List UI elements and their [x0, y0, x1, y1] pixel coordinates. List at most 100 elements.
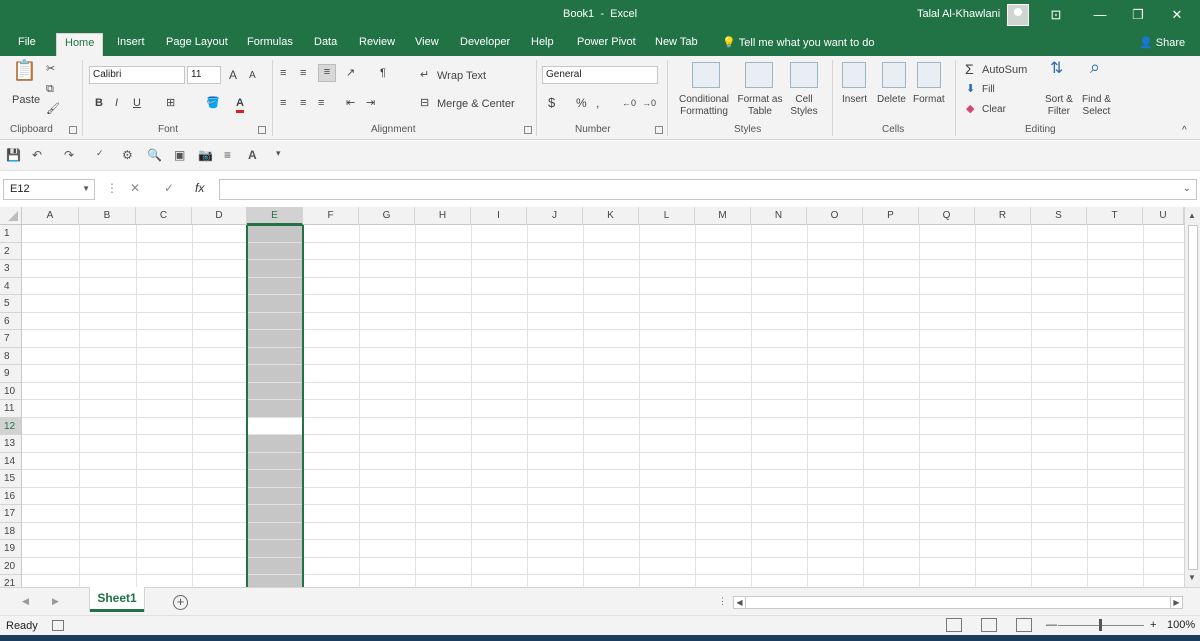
decrease-indent-icon[interactable]: ⇤	[346, 96, 355, 110]
column-header-p[interactable]: P	[863, 207, 919, 225]
row-header-18[interactable]: 18	[0, 522, 22, 540]
font-size-dropdown[interactable]: 11	[187, 66, 221, 84]
paste-icon[interactable]: 📋	[12, 61, 37, 81]
borders-icon[interactable]: ⊞	[166, 96, 175, 110]
font-color-qat-icon[interactable]: A	[248, 148, 257, 162]
cell-styles-button[interactable]: Cell Styles	[786, 94, 822, 118]
enter-icon[interactable]: ✓	[164, 181, 174, 195]
formula-input[interactable]: ⌄	[219, 179, 1197, 200]
insert-cells-button[interactable]: Insert	[842, 94, 867, 106]
fill-button[interactable]: Fill	[982, 84, 995, 96]
column-header-g[interactable]: G	[359, 207, 415, 225]
page-layout-view-icon[interactable]	[981, 618, 997, 632]
font-name-dropdown[interactable]: Calibri	[89, 66, 185, 84]
tab-developer[interactable]: Developer	[460, 36, 510, 48]
vertical-scrollbar[interactable]: ▲ ▼	[1184, 207, 1200, 587]
column-header-o[interactable]: O	[807, 207, 863, 225]
column-header-r[interactable]: R	[975, 207, 1031, 225]
undo-icon[interactable]: ↶	[32, 148, 42, 162]
tab-home[interactable]: Home	[56, 33, 104, 56]
scroll-down-icon[interactable]: ▼	[1188, 573, 1196, 582]
expand-formula-bar-icon[interactable]: ⌄	[1183, 183, 1191, 194]
increase-decimal-icon[interactable]: ←0	[622, 96, 636, 110]
number-format-dropdown[interactable]: General	[542, 66, 658, 84]
row-header-7[interactable]: 7	[0, 330, 22, 348]
delete-cells-button[interactable]: Delete	[877, 94, 906, 106]
tab-formulas[interactable]: Formulas	[247, 36, 293, 48]
row-header-16[interactable]: 16	[0, 487, 22, 505]
number-launcher-icon[interactable]	[655, 126, 663, 134]
autosum-button[interactable]: AutoSum	[982, 64, 1027, 76]
macro-recording-icon[interactable]	[52, 620, 64, 631]
tab-data[interactable]: Data	[314, 36, 337, 48]
orientation-icon[interactable]: ↗	[346, 66, 355, 80]
tab-insert[interactable]: Insert	[117, 36, 145, 48]
copy-picture-icon[interactable]: ▣	[174, 148, 185, 162]
next-sheet-icon[interactable]: ▶	[52, 596, 59, 607]
new-sheet-icon[interactable]: +	[173, 595, 188, 610]
column-header-k[interactable]: K	[583, 207, 639, 225]
horizontal-scrollbar[interactable]: ◀ ▶	[733, 596, 1183, 609]
italic-button[interactable]: I	[115, 96, 118, 110]
sort-filter-icon[interactable]: ⇅	[1050, 61, 1063, 77]
conditional-formatting-button[interactable]: Conditional Formatting	[676, 94, 732, 118]
row-header-3[interactable]: 3	[0, 260, 22, 278]
collapse-ribbon-icon[interactable]: ^	[1182, 124, 1187, 138]
align-bottom-icon[interactable]: ≡	[318, 64, 336, 82]
zoom-level[interactable]: 100%	[1167, 619, 1195, 631]
row-header-6[interactable]: 6	[0, 312, 22, 330]
format-as-table-button[interactable]: Format as Table	[736, 94, 784, 118]
column-header-t[interactable]: T	[1087, 207, 1143, 225]
column-header-f[interactable]: F	[303, 207, 359, 225]
print-preview-icon[interactable]: 🔍	[147, 148, 162, 162]
column-header-d[interactable]: D	[192, 207, 247, 225]
close-button[interactable]: ✕	[1167, 6, 1187, 24]
tab-new-tab[interactable]: New Tab	[655, 36, 698, 48]
camera-icon[interactable]: 📷	[198, 148, 213, 162]
clear-button[interactable]: Clear	[982, 104, 1006, 116]
tab-view[interactable]: View	[415, 36, 439, 48]
cut-icon[interactable]: ✂	[46, 62, 55, 76]
row-header-19[interactable]: 19	[0, 540, 22, 558]
conditional-formatting-icon[interactable]	[692, 62, 720, 88]
merge-center-button[interactable]: Merge & Center	[437, 98, 515, 110]
align-center-icon[interactable]: ≡	[300, 96, 306, 110]
shrink-font-icon[interactable]: A	[249, 69, 256, 83]
column-header-l[interactable]: L	[639, 207, 695, 225]
align-top-icon[interactable]: ≡	[280, 66, 286, 80]
restore-button[interactable]: ❐	[1128, 6, 1148, 24]
tab-help[interactable]: Help	[531, 36, 554, 48]
row-header-8[interactable]: 8	[0, 347, 22, 365]
column-header-b[interactable]: B	[79, 207, 136, 225]
tab-power-pivot[interactable]: Power Pivot	[577, 36, 636, 48]
row-header-11[interactable]: 11	[0, 400, 22, 418]
tab-review[interactable]: Review	[359, 36, 395, 48]
save-icon[interactable]: 💾	[6, 148, 21, 162]
column-header-n[interactable]: N	[751, 207, 807, 225]
tab-page-layout[interactable]: Page Layout	[166, 36, 228, 48]
paste-button[interactable]: Paste	[12, 94, 40, 106]
sort-filter-button[interactable]: Sort & Filter	[1045, 94, 1073, 118]
column-header-i[interactable]: I	[471, 207, 527, 225]
column-header-h[interactable]: H	[415, 207, 471, 225]
increase-indent-icon[interactable]: ⇥	[366, 96, 375, 110]
accounting-format-button[interactable]: $	[548, 96, 555, 110]
percent-style-button[interactable]: %	[576, 96, 587, 110]
cancel-icon[interactable]: ✕	[130, 181, 140, 195]
page-break-view-icon[interactable]	[1016, 618, 1032, 632]
format-painter-icon[interactable]: 🖌	[46, 102, 60, 116]
row-header-21[interactable]: 21	[0, 575, 22, 587]
scroll-left-icon[interactable]: ◀	[734, 597, 746, 608]
column-header-u[interactable]: U	[1143, 207, 1184, 225]
avatar[interactable]	[1007, 4, 1029, 26]
row-header-1[interactable]: 1	[0, 225, 22, 243]
normal-view-icon[interactable]	[946, 618, 962, 632]
scroll-right-icon[interactable]: ▶	[1170, 597, 1182, 608]
copy-icon[interactable]: ⧉	[46, 82, 54, 96]
font-color-icon[interactable]: A	[236, 96, 244, 113]
align-left-icon[interactable]: ≡	[280, 96, 286, 110]
grow-font-icon[interactable]: A	[229, 68, 237, 82]
zoom-slider-thumb[interactable]	[1099, 619, 1102, 631]
align-icon[interactable]: ≡	[224, 148, 231, 162]
zoom-out-button[interactable]: —	[1046, 619, 1057, 631]
